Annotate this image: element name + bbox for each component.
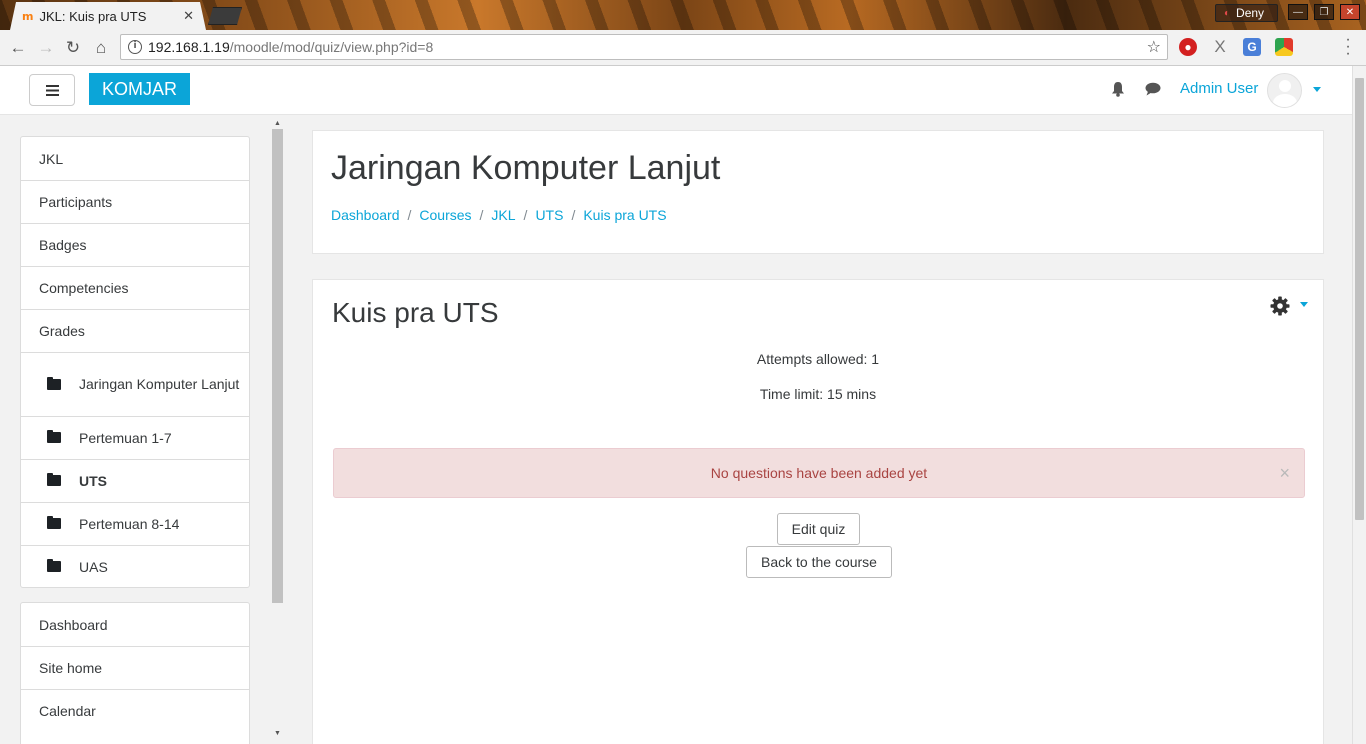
browser-titlebar: m JKL: Kuis pra UTS ✕ ◐ Deny — ❐ ✕ bbox=[0, 0, 1366, 30]
deny-button[interactable]: ◐ Deny bbox=[1215, 4, 1278, 22]
minimize-window-icon[interactable]: — bbox=[1288, 4, 1308, 20]
no-questions-alert: No questions have been added yet × bbox=[333, 448, 1305, 498]
folder-icon bbox=[47, 473, 61, 486]
back-icon[interactable]: ← bbox=[8, 38, 28, 58]
close-window-icon[interactable]: ✕ bbox=[1340, 4, 1360, 20]
site-nav-group: Dashboard Site home Calendar bbox=[20, 602, 250, 744]
back-to-course-button[interactable]: Back to the course bbox=[746, 546, 892, 578]
user-menu-caret-icon[interactable] bbox=[1313, 87, 1321, 92]
drawer-scrollbar[interactable]: ▲ ▼ bbox=[271, 120, 284, 744]
nav-section-label: UTS bbox=[79, 473, 107, 489]
url-path: /moodle/mod/quiz/view.php?id=8 bbox=[229, 39, 434, 55]
folder-icon bbox=[47, 430, 61, 443]
url-host: 192.168.1.19 bbox=[148, 39, 230, 55]
edit-quiz-button[interactable]: Edit quiz bbox=[777, 513, 860, 545]
browser-toolbar: ← → ↻ ⌂ i 192.168.1.19/moodle/mod/quiz/v… bbox=[0, 30, 1366, 66]
alert-text: No questions have been added yet bbox=[710, 465, 928, 481]
translate-extension-icon[interactable]: G bbox=[1243, 38, 1261, 56]
hamburger-icon bbox=[45, 84, 59, 96]
breadcrumb-courses[interactable]: Courses bbox=[419, 207, 471, 223]
bell-icon[interactable] bbox=[1111, 81, 1125, 97]
user-menu-name[interactable]: Admin User bbox=[1180, 80, 1258, 97]
address-bar[interactable]: i 192.168.1.19/moodle/mod/quiz/view.php?… bbox=[120, 34, 1168, 60]
nav-section-uas[interactable]: UAS bbox=[21, 545, 249, 587]
scroll-up-icon[interactable]: ▲ bbox=[274, 120, 281, 127]
tab-title: JKL: Kuis pra UTS bbox=[39, 8, 147, 24]
deny-label: Deny bbox=[1236, 6, 1265, 20]
home-icon[interactable]: ⌂ bbox=[91, 38, 111, 58]
shield-extension-icon[interactable]: ● bbox=[1179, 38, 1197, 56]
settings-caret-icon[interactable] bbox=[1300, 302, 1308, 307]
gear-icon[interactable] bbox=[1270, 296, 1290, 316]
folder-icon bbox=[47, 559, 61, 572]
drive-extension-icon[interactable] bbox=[1275, 38, 1293, 56]
breadcrumb-dashboard[interactable]: Dashboard bbox=[331, 207, 400, 223]
page-title: Jaringan Komputer Lanjut bbox=[331, 149, 721, 187]
drawer-scrollbar-thumb[interactable] bbox=[272, 129, 283, 603]
tab-close-icon[interactable]: ✕ bbox=[183, 8, 194, 24]
quiz-title: Kuis pra UTS bbox=[332, 297, 499, 328]
quiz-region: Kuis pra UTS Attempts allowed: 1 Time li… bbox=[312, 279, 1324, 744]
reload-icon[interactable]: ↻ bbox=[63, 38, 83, 58]
nav-item-participants[interactable]: Participants bbox=[21, 180, 249, 223]
folder-icon bbox=[47, 516, 61, 529]
nav-section-label: UAS bbox=[79, 559, 108, 575]
avatar[interactable] bbox=[1267, 73, 1302, 108]
nav-section-label: Jaringan Komputer Lanjut bbox=[79, 376, 240, 392]
new-tab-button[interactable] bbox=[208, 7, 242, 25]
close-icon[interactable]: × bbox=[1279, 464, 1290, 482]
nav-item-grades[interactable]: Grades bbox=[21, 309, 249, 352]
folder-icon bbox=[47, 376, 61, 390]
forward-icon[interactable]: → bbox=[36, 38, 56, 58]
nav-item-calendar[interactable]: Calendar bbox=[21, 689, 249, 732]
drawer-toggle-button[interactable] bbox=[29, 74, 75, 106]
scroll-down-icon[interactable]: ▼ bbox=[274, 730, 281, 737]
moodle-favicon-icon: m bbox=[22, 9, 34, 23]
time-limit: Time limit: 15 mins bbox=[759, 386, 877, 402]
nav-item-site-home[interactable]: Site home bbox=[21, 646, 249, 689]
info-icon[interactable]: i bbox=[128, 40, 142, 54]
breadcrumb-kuis-pra-uts[interactable]: Kuis pra UTS bbox=[583, 207, 666, 223]
deny-icon: ◐ bbox=[1224, 7, 1231, 19]
nav-item-jkl[interactable]: JKL bbox=[21, 137, 249, 180]
nav-item-competencies[interactable]: Competencies bbox=[21, 266, 249, 309]
url-text[interactable]: 192.168.1.19/moodle/mod/quiz/view.php?id… bbox=[148, 39, 433, 55]
course-nav-group: JKL Participants Badges Competencies Gra… bbox=[20, 136, 250, 588]
page-scrollbar[interactable] bbox=[1352, 66, 1366, 744]
breadcrumb-separator: / bbox=[571, 207, 576, 223]
breadcrumb-uts[interactable]: UTS bbox=[535, 207, 563, 223]
nav-section-jaringan-komputer-lanjut[interactable]: Jaringan Komputer Lanjut bbox=[21, 352, 249, 416]
menu-icon[interactable]: · · · bbox=[1343, 32, 1353, 62]
page-scrollbar-thumb[interactable] bbox=[1355, 78, 1364, 520]
site-brand[interactable]: KOMJAR bbox=[89, 73, 190, 105]
attempts-allowed: Attempts allowed: 1 bbox=[756, 351, 880, 367]
breadcrumb-separator: / bbox=[407, 207, 412, 223]
page-header: Jaringan Komputer Lanjut Dashboard / Cou… bbox=[312, 130, 1324, 254]
breadcrumb-separator: / bbox=[523, 207, 528, 223]
chat-icon[interactable] bbox=[1145, 82, 1161, 96]
nav-item-dashboard[interactable]: Dashboard bbox=[21, 603, 249, 646]
nav-section-pertemuan-8-14[interactable]: Pertemuan 8-14 bbox=[21, 502, 249, 545]
nav-section-label: Pertemuan 1-7 bbox=[79, 430, 172, 446]
star-icon[interactable]: ☆ bbox=[1147, 37, 1161, 57]
restore-window-icon[interactable]: ❐ bbox=[1314, 4, 1334, 20]
nav-section-label: Pertemuan 8-14 bbox=[79, 516, 180, 532]
site-navbar: KOMJAR Admin User bbox=[0, 66, 1352, 115]
nav-item-badges[interactable]: Badges bbox=[21, 223, 249, 266]
nav-section-uts[interactable]: UTS bbox=[21, 459, 249, 502]
browser-tab-active[interactable]: m JKL: Kuis pra UTS ✕ bbox=[10, 2, 206, 30]
breadcrumb-jkl[interactable]: JKL bbox=[491, 207, 515, 223]
x-extension-icon[interactable]: X bbox=[1211, 38, 1229, 56]
breadcrumb: Dashboard / Courses / JKL / UTS / Kuis p… bbox=[331, 207, 667, 223]
breadcrumb-separator: / bbox=[479, 207, 484, 223]
nav-section-pertemuan-1-7[interactable]: Pertemuan 1-7 bbox=[21, 416, 249, 459]
